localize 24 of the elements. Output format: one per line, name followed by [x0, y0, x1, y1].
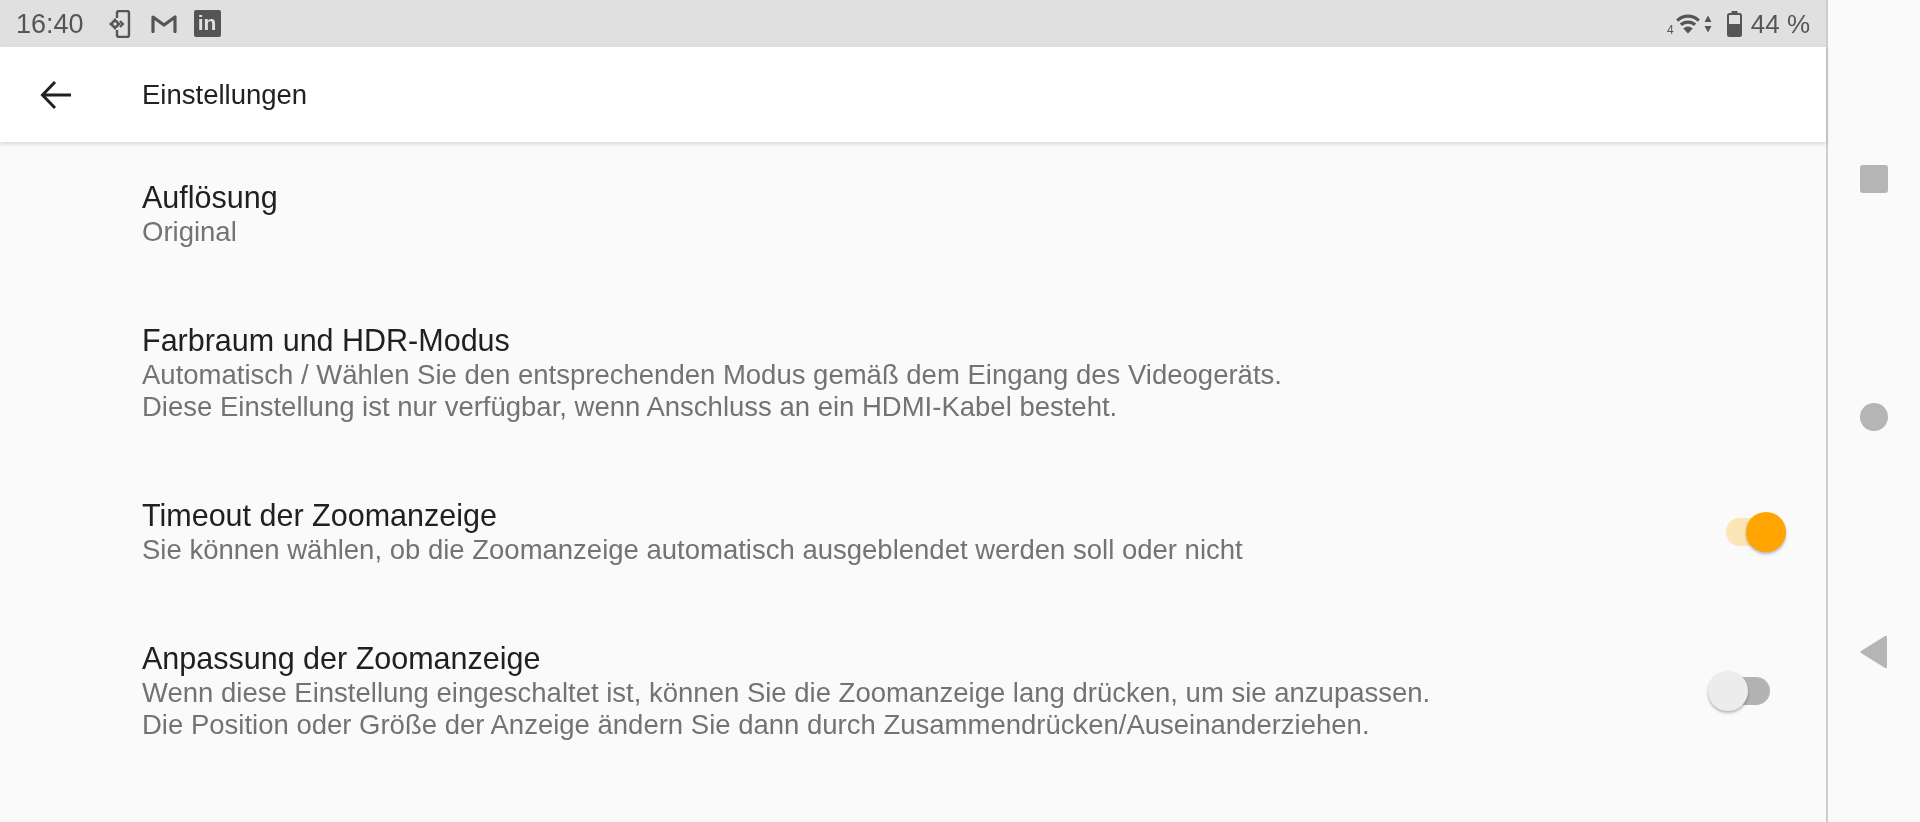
battery-icon [1726, 10, 1742, 37]
home-icon[interactable] [1860, 403, 1888, 431]
setting-summary: Sie können wählen, ob die Zoomanzeige automatisch ausgeblendet werden soll oder nicht [142, 534, 1244, 566]
setting-title[interactable]: Anpassung der Zoomanzeige [142, 640, 1708, 677]
network-type-label: 4 [1667, 24, 1674, 36]
data-activity-icon [1703, 14, 1712, 33]
setting-summary: Automatisch / Wählen Sie den entsprechenden Modus gemäß dem Eingang des Videogeräts. [142, 359, 1283, 391]
app-logo: in [193, 10, 221, 37]
status-time: 16:40 [16, 8, 84, 39]
page-title: Einstellungen [142, 77, 308, 112]
back-arrow-icon[interactable] [40, 79, 72, 110]
wifi-icon [1674, 13, 1701, 34]
setting-summary: Die Position oder Größe der Anzeige ändern Sie dann durch Zusammendrücken/Auseinanderziehen. [142, 709, 1371, 741]
recents-icon[interactable] [1860, 165, 1888, 193]
setting-title[interactable]: Auflösung [142, 179, 1788, 216]
m-logo-icon [150, 14, 177, 33]
back-icon[interactable] [1860, 635, 1888, 669]
phone-gear-icon [108, 9, 131, 38]
setting-summary: Diese Einstellung ist nur verfügbar, wenn Anschluss an ein HDMI-Kabel besteht. [142, 391, 1119, 423]
setting-summary: Original [142, 216, 238, 248]
setting-summary: Wenn diese Einstellung eingeschaltet ist, können Sie die Zoomanzeige lang drücken, um sie anzupassen. [142, 677, 1432, 709]
setting-title[interactable]: Farbraum und HDR-Modus [142, 322, 1788, 359]
battery-percentage: 44 % [1750, 8, 1810, 39]
setting-title[interactable]: Timeout der Zoomanzeige [142, 497, 1708, 534]
